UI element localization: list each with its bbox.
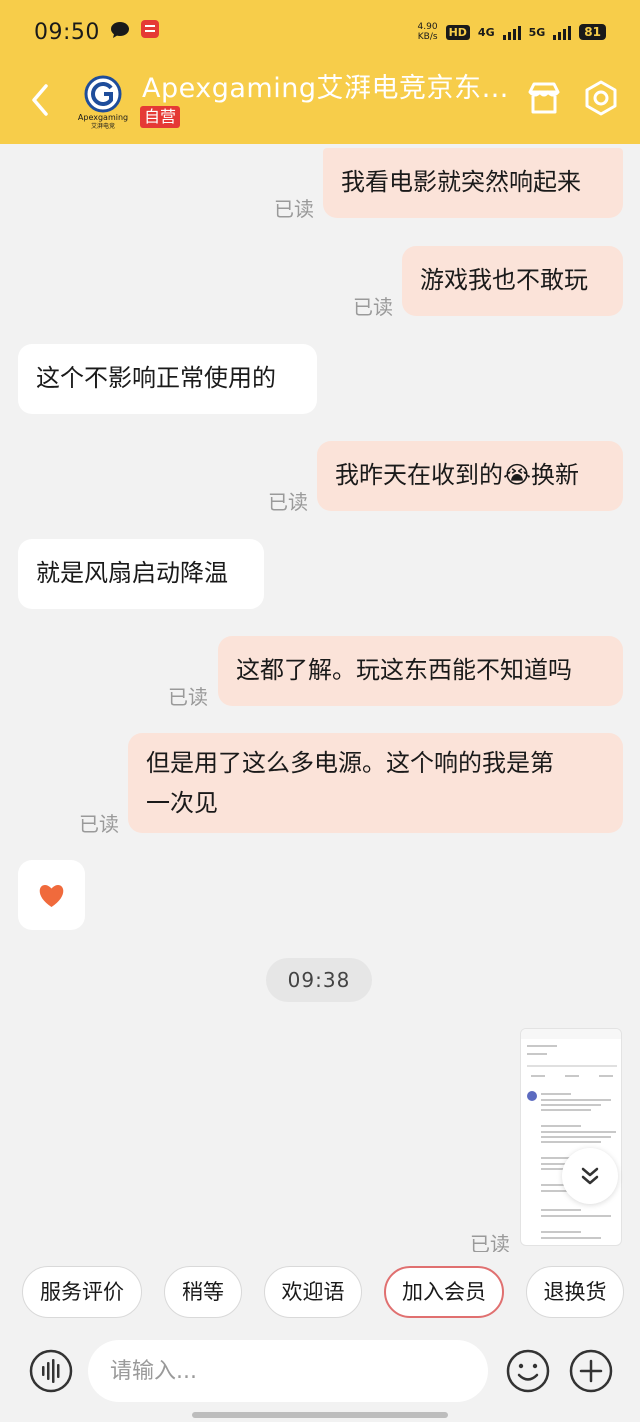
- crying-emoji: 😭: [503, 461, 532, 489]
- message-input[interactable]: [88, 1340, 488, 1402]
- quick-reply-join-member[interactable]: 加入会员: [384, 1266, 504, 1318]
- hd-badge: HD: [445, 24, 470, 40]
- message-incoming[interactable]: 就是风扇启动降温: [18, 539, 264, 609]
- status-bar: 09:50 4.90 KB/s HD 4G 5G 81: [0, 0, 640, 64]
- back-button[interactable]: [22, 80, 62, 120]
- svg-text:艾湃电竞: 艾湃电竞: [91, 122, 115, 130]
- message-text: 我昨天在收到的: [335, 461, 503, 489]
- settings-icon: [585, 80, 617, 116]
- quick-reply-return-exchange[interactable]: 退换货: [526, 1266, 624, 1318]
- message-outgoing[interactable]: 但是用了这么多电源。这个响的我是第 一次见: [128, 733, 623, 833]
- store-icon: [528, 82, 560, 114]
- message-text: 就是风扇启动降温: [36, 559, 228, 587]
- message-notification-icon: [110, 20, 130, 45]
- message-outgoing[interactable]: 我昨天在收到的😭换新: [317, 441, 623, 511]
- settings-button[interactable]: [581, 78, 621, 118]
- self-operated-tag: 自营: [140, 106, 181, 128]
- read-receipt: 已读: [274, 197, 314, 221]
- chat-header: 09:50 4.90 KB/s HD 4G 5G 81 Apexgaming 艾…: [0, 0, 640, 144]
- network-type-4g: 4G: [477, 25, 495, 39]
- message-text: 换新: [531, 461, 580, 489]
- message-text: 这都了解。玩这东西能不知道吗: [236, 656, 572, 684]
- scroll-down-icon: [581, 1167, 599, 1185]
- message-text: 我看电影就突然响起来: [341, 168, 581, 196]
- read-receipt: 已读: [268, 490, 308, 514]
- message-incoming-heart[interactable]: [18, 860, 85, 930]
- heart-icon: [39, 885, 64, 907]
- battery-indicator: 81: [579, 24, 606, 40]
- timestamp: 09:38: [266, 958, 372, 1002]
- chevron-left-icon: [32, 84, 48, 116]
- message-text-line: 但是用了这么多电源。这个响的我是第: [146, 749, 554, 777]
- message-outgoing[interactable]: 我看电影就突然响起来: [323, 148, 623, 218]
- read-receipt: 已读: [168, 685, 208, 709]
- status-time: 09:50: [34, 19, 100, 45]
- signal-strength-icon: [553, 24, 572, 40]
- shop-name[interactable]: Apexgaming艾湃电竞京东…: [142, 66, 512, 105]
- quick-reply-wait[interactable]: 稍等: [164, 1266, 242, 1318]
- voice-button[interactable]: [28, 1348, 74, 1394]
- svg-text:Apexgaming: Apexgaming: [78, 113, 128, 122]
- message-text: 这个不影响正常使用的: [36, 364, 276, 392]
- more-options-button[interactable]: [568, 1348, 614, 1394]
- message-outgoing[interactable]: 游戏我也不敢玩: [402, 246, 623, 316]
- app-notification-icon: [140, 19, 160, 45]
- emoji-icon: [506, 1349, 550, 1393]
- net-speed: 4.90 KB/s: [417, 22, 438, 42]
- quick-reply-service-review[interactable]: 服务评价: [22, 1266, 142, 1318]
- message-incoming[interactable]: 这个不影响正常使用的: [18, 344, 317, 414]
- message-text-line: 一次见: [146, 789, 218, 817]
- voice-icon: [29, 1349, 73, 1393]
- quick-reply-greeting[interactable]: 欢迎语: [264, 1266, 362, 1318]
- signal-strength-icon: [502, 24, 521, 40]
- emoji-button[interactable]: [505, 1348, 551, 1394]
- message-outgoing[interactable]: 这都了解。玩这东西能不知道吗: [218, 636, 623, 706]
- image-message-thumbnail[interactable]: [520, 1028, 622, 1246]
- read-receipt: 已读: [79, 812, 119, 836]
- input-bar: [0, 1334, 640, 1422]
- quick-reply-bar: 服务评价 稍等 欢迎语 加入会员 退换货: [0, 1252, 640, 1334]
- store-button[interactable]: [524, 78, 564, 118]
- plus-icon: [569, 1349, 613, 1393]
- nav-bar: Apexgaming 艾湃电竞 Apexgaming艾湃电竞京东… 自营: [0, 64, 640, 144]
- scroll-to-bottom-button[interactable]: [562, 1148, 618, 1204]
- home-indicator[interactable]: [192, 1412, 448, 1418]
- read-receipt: 已读: [353, 295, 393, 319]
- message-text: 游戏我也不敢玩: [420, 266, 588, 294]
- shop-logo[interactable]: Apexgaming 艾湃电竞: [78, 72, 128, 130]
- network-type-5g: 5G: [528, 25, 546, 39]
